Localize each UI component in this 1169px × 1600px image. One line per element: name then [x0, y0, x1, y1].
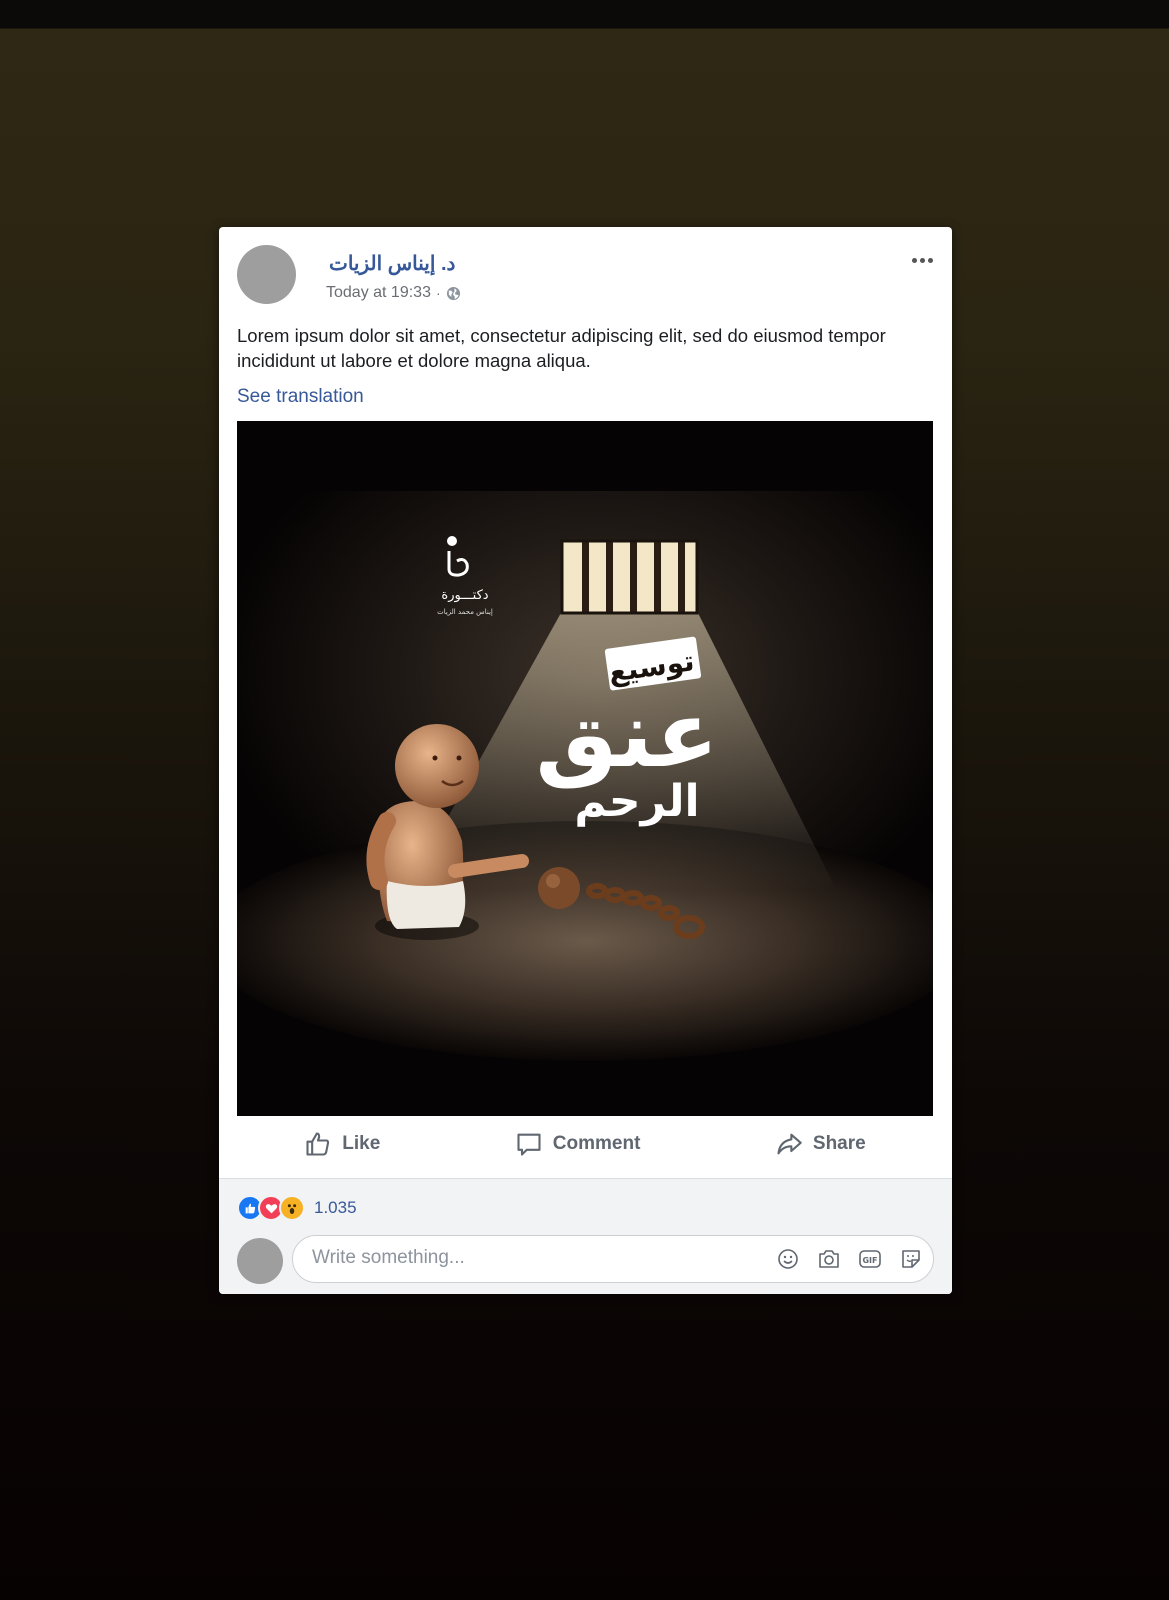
logo-subtitle: إيناس محمد الزيات [437, 608, 493, 616]
see-translation-link[interactable]: See translation [237, 386, 364, 408]
more-dot-icon [919, 257, 925, 263]
comment-composer: GIF [237, 1235, 934, 1284]
share-button[interactable]: Share [775, 1130, 866, 1158]
author-name[interactable]: د. إيناس الزيات [329, 251, 455, 276]
comment-input-wrapper[interactable]: GIF [292, 1235, 934, 1283]
commenter-avatar [237, 1238, 283, 1284]
post-footer: 1.035 GIF [219, 1178, 952, 1294]
thumbs-up-icon [306, 1132, 330, 1156]
gif-icon[interactable]: GIF [858, 1247, 882, 1271]
comment-label: Comment [552, 1133, 641, 1154]
reaction-count[interactable]: 1.035 [314, 1198, 357, 1218]
comment-tools: GIF [776, 1247, 923, 1271]
more-options-button[interactable] [910, 250, 934, 270]
reactions-summary[interactable]: 1.035 [237, 1195, 357, 1221]
more-dot-icon [927, 257, 933, 263]
post-actions: Like Comment Share [237, 1119, 933, 1169]
poster-artwork: دكتـــورة إيناس محمد الزيات توسيع عنق ال… [237, 421, 933, 1116]
comment-input[interactable] [310, 1246, 734, 1270]
like-label: Like [342, 1133, 381, 1154]
camera-icon[interactable] [817, 1247, 841, 1271]
post-image[interactable]: دكتـــورة إيناس محمد الزيات توسيع عنق ال… [237, 421, 933, 1116]
post-card: د. إيناس الزيات Today at 19:33 · Lorem i… [219, 227, 952, 1294]
post-timestamp[interactable]: Today at 19:33 [326, 284, 431, 302]
svg-text:GIF: GIF [862, 1256, 877, 1265]
post-text: Lorem ipsum dolor sit amet, consectetur … [237, 325, 886, 371]
share-label: Share [812, 1133, 866, 1154]
author-avatar[interactable] [237, 245, 296, 304]
meta-separator: · [435, 285, 441, 301]
share-icon [777, 1133, 802, 1155]
emoji-icon[interactable] [776, 1247, 800, 1271]
comment-icon [517, 1133, 541, 1156]
wow-reaction-icon [279, 1195, 305, 1221]
logo-title: دكتـــورة [441, 588, 488, 603]
more-dot-icon [911, 257, 917, 263]
globe-icon[interactable] [446, 286, 461, 301]
headline-main: عنق [535, 681, 718, 789]
sticker-icon[interactable] [899, 1247, 923, 1271]
headline-sub: الرحم [574, 776, 699, 827]
comment-button[interactable]: Comment [515, 1130, 641, 1158]
like-button[interactable]: Like [304, 1130, 380, 1158]
post-meta: Today at 19:33 · [326, 284, 461, 302]
post-header: د. إيناس الزيات Today at 19:33 · [237, 245, 934, 305]
